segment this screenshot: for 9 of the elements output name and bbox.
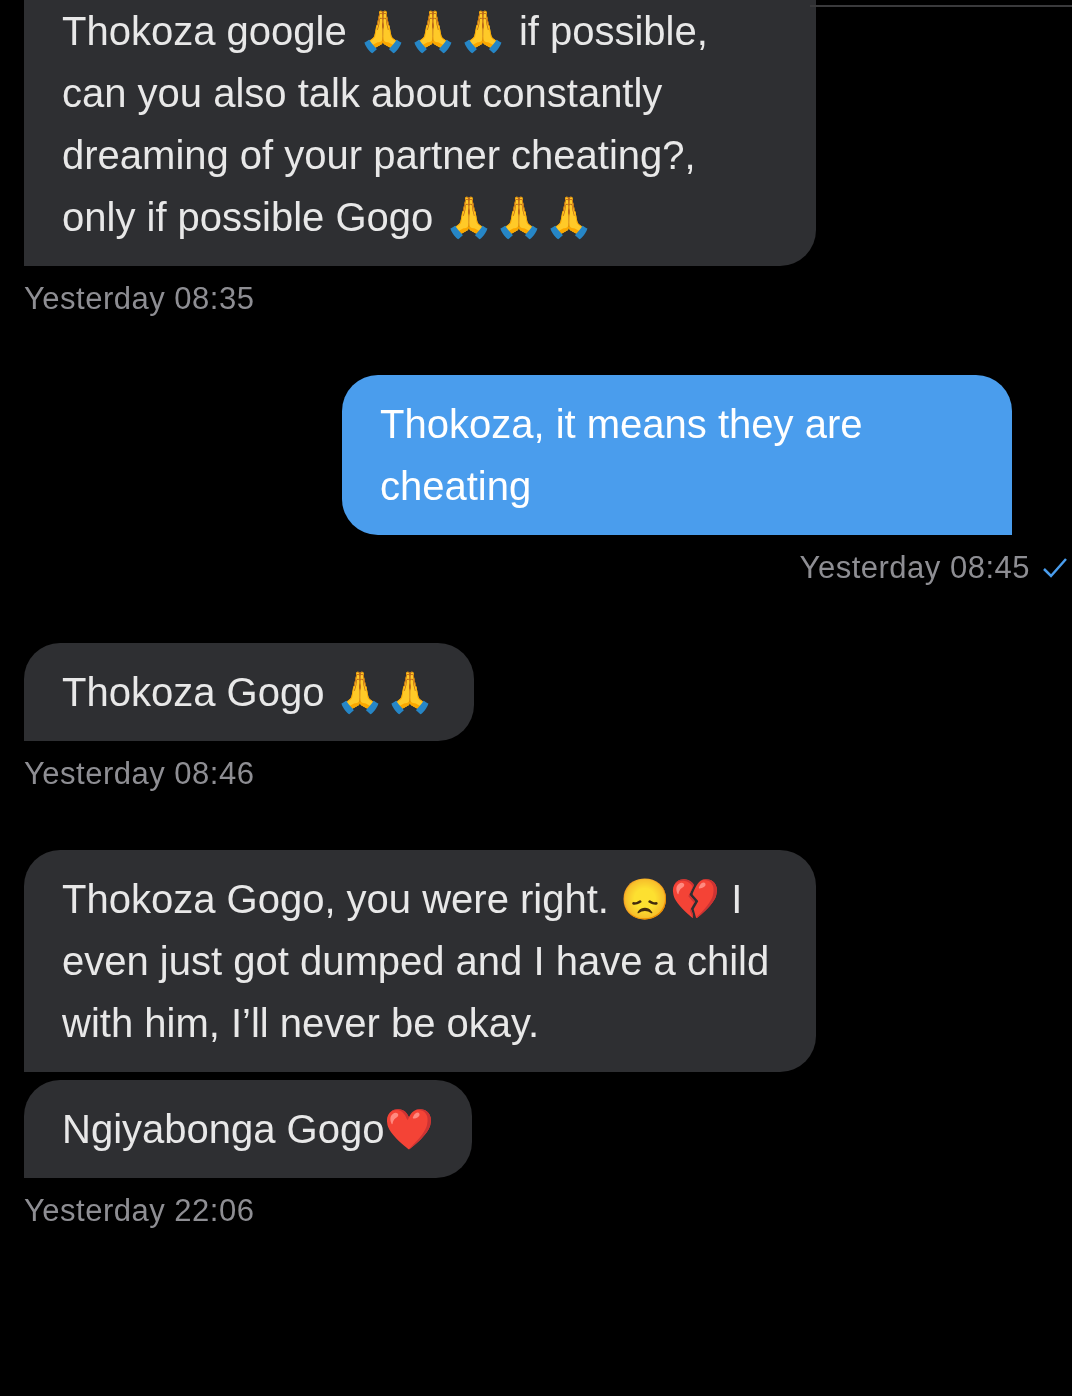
message-timestamp: Yesterday 08:45 bbox=[799, 548, 1030, 587]
received-message-bubble: Thokoza Gogo, you were right. 😞💔 I even just got dumped and I have a child with him, I’ll never be okay. bbox=[24, 849, 816, 1072]
received-message-bubble: Thokoza Gogo 🙏🙏 bbox=[24, 643, 474, 741]
message-timestamp: Yesterday 22:06 bbox=[24, 1191, 255, 1230]
received-message-bubble: Ngiyabonga Gogo❤ bbox=[24, 1079, 473, 1178]
message-timestamp: Yesterday 08:35 bbox=[24, 280, 255, 318]
message-timestamp: Yesterday 08:46 bbox=[24, 755, 255, 793]
sent-message-bubble: Thokoza, it means they are cheating bbox=[342, 374, 1012, 535]
received-message-bubble: Thokoza google 🙏🙏🙏 if possible, can you also talk about constantly dreaming of your partner cheating?, only if possible Gogo 🙏🙏🙏 bbox=[24, 0, 816, 266]
